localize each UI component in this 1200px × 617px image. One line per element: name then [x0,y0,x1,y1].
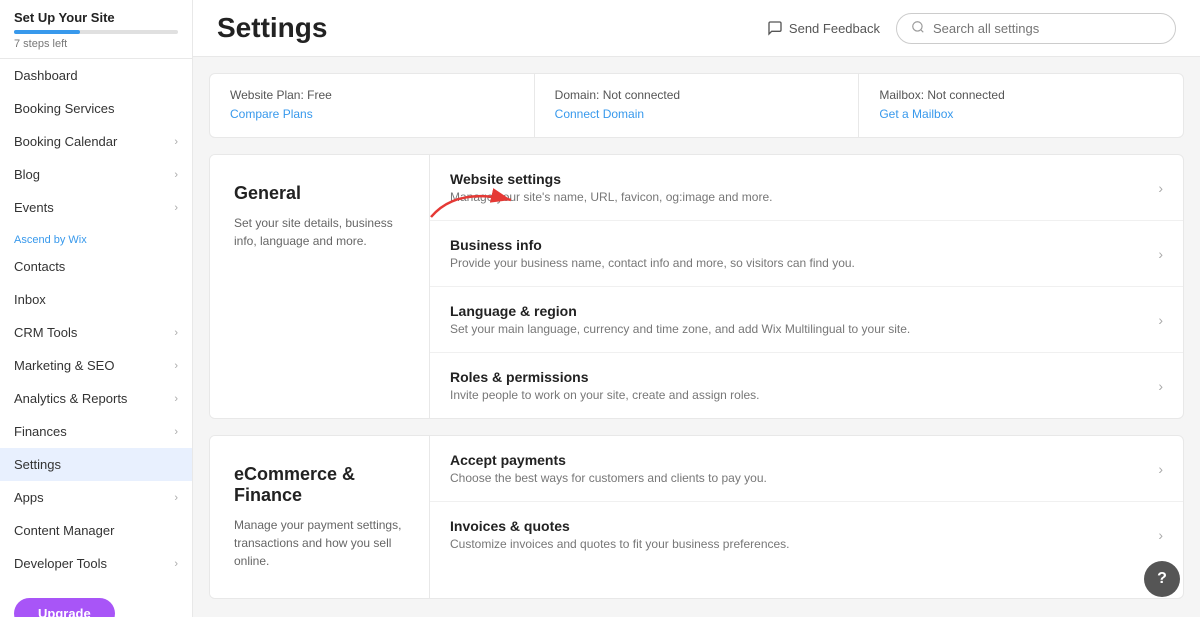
chevron-right-icon: › [1158,180,1163,196]
chevron-down-icon: › [174,327,178,339]
sidebar-item-content-manager[interactable]: Content Manager [0,514,192,547]
header-right: Send Feedback [767,13,1176,44]
setup-title: Set Up Your Site [14,10,178,25]
ecommerce-heading: eCommerce & Finance [234,464,405,506]
general-section-left: General Set your site details, business … [210,155,430,418]
search-input[interactable] [933,21,1161,36]
chevron-down-icon: › [174,393,178,405]
chevron-down-icon: › [174,202,178,214]
general-desc: Set your site details, business info, la… [234,214,405,250]
chevron-down-icon: › [174,426,178,438]
sidebar-item-booking-calendar[interactable]: Booking Calendar › [0,125,192,158]
ecommerce-section-left: eCommerce & Finance Manage your payment … [210,436,430,598]
setup-progress-fill [14,30,80,34]
chevron-right-icon: › [1158,246,1163,262]
sidebar-item-inbox[interactable]: Inbox [0,283,192,316]
language-region-subtitle: Set your main language, currency and tim… [450,322,1158,336]
sidebar-item-dashboard[interactable]: Dashboard [0,59,192,92]
sidebar-item-apps[interactable]: Apps › [0,481,192,514]
help-button[interactable]: ? [1144,561,1180,597]
accept-payments-subtitle: Choose the best ways for customers and c… [450,471,1158,485]
chevron-right-icon: › [1158,312,1163,328]
general-heading: General [234,183,405,204]
general-section-card: General Set your site details, business … [209,154,1184,419]
sidebar: Set Up Your Site 7 steps left Dashboard … [0,0,193,617]
business-info-info: Business info Provide your business name… [450,237,1158,270]
chevron-right-icon: › [1158,378,1163,394]
ecommerce-desc: Manage your payment settings, transactio… [234,516,405,570]
sidebar-item-crm-tools[interactable]: CRM Tools › [0,316,192,349]
invoices-quotes-subtitle: Customize invoices and quotes to fit you… [450,537,1158,551]
page-title: Settings [217,12,327,44]
sidebar-item-booking-services[interactable]: Booking Services [0,92,192,125]
ecommerce-section-card: eCommerce & Finance Manage your payment … [209,435,1184,599]
language-region-row[interactable]: Language & region Set your main language… [430,287,1183,353]
setup-banner: Set Up Your Site 7 steps left [0,0,192,59]
sidebar-item-contacts[interactable]: Contacts [0,250,192,283]
general-section-wrapper: General Set your site details, business … [209,154,1184,419]
invoices-quotes-info: Invoices & quotes Customize invoices and… [450,518,1158,551]
info-bar: Website Plan: Free Compare Plans Domain:… [209,73,1184,138]
website-settings-subtitle: Manage your site's name, URL, favicon, o… [450,190,1158,204]
sidebar-item-developer-tools[interactable]: Developer Tools › [0,547,192,580]
invoices-quotes-title: Invoices & quotes [450,518,1158,534]
send-feedback-button[interactable]: Send Feedback [767,20,880,36]
sidebar-item-blog[interactable]: Blog › [0,158,192,191]
invoices-quotes-row[interactable]: Invoices & quotes Customize invoices and… [430,502,1183,567]
chevron-down-icon: › [174,360,178,372]
search-box[interactable] [896,13,1176,44]
main-content: Settings Send Feedback Websit [193,0,1200,617]
chevron-right-icon: › [1158,527,1163,543]
website-settings-title: Website settings [450,171,1158,187]
sidebar-item-settings[interactable]: Settings [0,448,192,481]
plan-label: Website Plan: Free [230,88,514,102]
setup-steps: 7 steps left [14,38,178,50]
language-region-title: Language & region [450,303,1158,319]
feedback-icon [767,20,783,36]
upgrade-button[interactable]: Upgrade [14,598,115,617]
roles-permissions-subtitle: Invite people to work on your site, crea… [450,388,1158,402]
sidebar-item-finances[interactable]: Finances › [0,415,192,448]
info-bar-mailbox: Mailbox: Not connected Get a Mailbox [859,74,1183,137]
general-section-right: Website settings Manage your site's name… [430,155,1183,418]
roles-permissions-title: Roles & permissions [450,369,1158,385]
main-header: Settings Send Feedback [193,0,1200,57]
info-bar-plan: Website Plan: Free Compare Plans [210,74,535,137]
roles-permissions-info: Roles & permissions Invite people to wor… [450,369,1158,402]
accept-payments-info: Accept payments Choose the best ways for… [450,452,1158,485]
info-bar-domain: Domain: Not connected Connect Domain [535,74,860,137]
search-icon [911,20,925,37]
chevron-down-icon: › [174,492,178,504]
sidebar-item-analytics-reports[interactable]: Analytics & Reports › [0,382,192,415]
accept-payments-row[interactable]: Accept payments Choose the best ways for… [430,436,1183,502]
language-region-info: Language & region Set your main language… [450,303,1158,336]
website-settings-info: Website settings Manage your site's name… [450,171,1158,204]
ecommerce-section-right: Accept payments Choose the best ways for… [430,436,1183,598]
sidebar-item-marketing-seo[interactable]: Marketing & SEO › [0,349,192,382]
compare-plans-link[interactable]: Compare Plans [230,107,313,121]
setup-progress-bar [14,30,178,34]
send-feedback-label: Send Feedback [789,21,880,36]
chevron-right-icon: › [1158,461,1163,477]
sidebar-item-events[interactable]: Events › [0,191,192,224]
business-info-title: Business info [450,237,1158,253]
website-settings-row[interactable]: Website settings Manage your site's name… [430,155,1183,221]
business-info-subtitle: Provide your business name, contact info… [450,256,1158,270]
roles-permissions-row[interactable]: Roles & permissions Invite people to wor… [430,353,1183,418]
connect-domain-link[interactable]: Connect Domain [555,107,644,121]
domain-label: Domain: Not connected [555,88,839,102]
ascend-section-label: Ascend by Wix [0,224,192,250]
business-info-row[interactable]: Business info Provide your business name… [430,221,1183,287]
chevron-down-icon: › [174,558,178,570]
mailbox-label: Mailbox: Not connected [879,88,1163,102]
get-mailbox-link[interactable]: Get a Mailbox [879,107,953,121]
chevron-down-icon: › [174,136,178,148]
chevron-down-icon: › [174,169,178,181]
accept-payments-title: Accept payments [450,452,1158,468]
